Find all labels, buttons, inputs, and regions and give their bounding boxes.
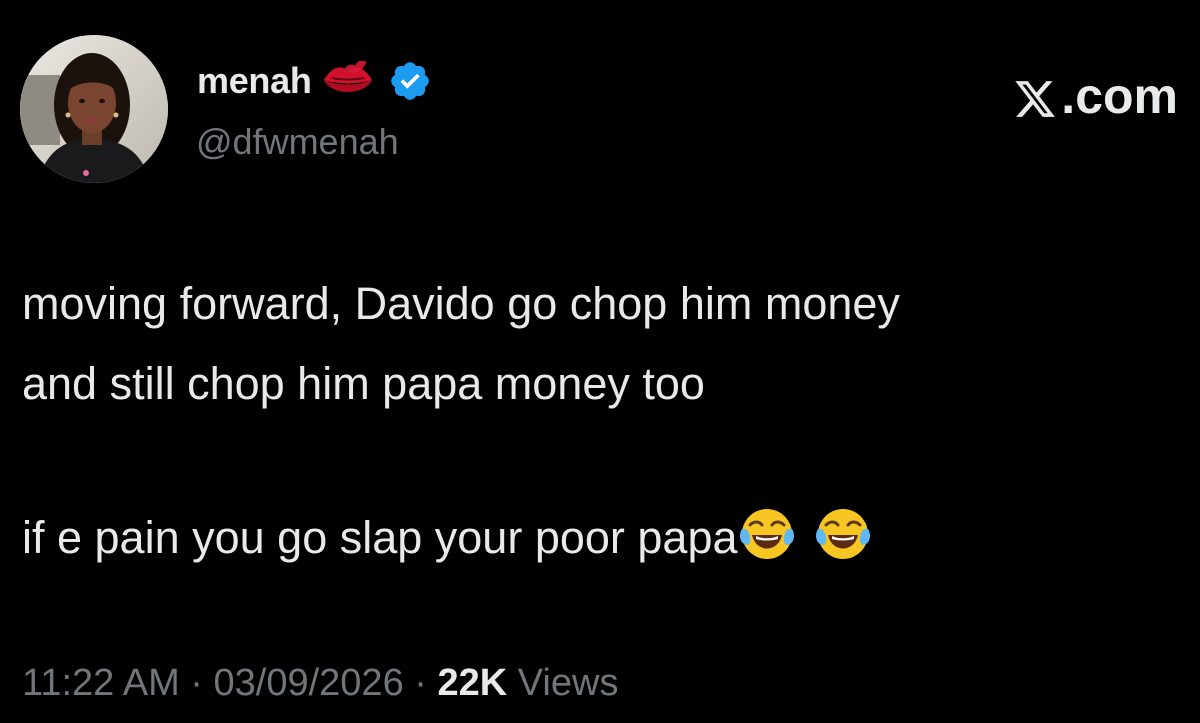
tweet-card: menah @dfwmenah .com moving forward, Dav… — [0, 0, 1200, 723]
kiss-mark-icon — [318, 58, 378, 104]
face-with-tears-of-joy-icon — [814, 505, 872, 563]
x-logo-icon — [1013, 74, 1057, 118]
tweet-date[interactable]: 03/09/2026 — [214, 662, 404, 704]
tweet-text-line-1: moving forward, Davido go chop him money — [22, 278, 900, 329]
author-handle[interactable]: @dfwmenah — [196, 120, 399, 164]
verified-badge-icon[interactable] — [388, 59, 432, 103]
author-display-name[interactable]: menah — [197, 58, 312, 104]
avatar[interactable] — [20, 35, 168, 183]
face-with-tears-of-joy-icon — [738, 505, 796, 563]
brand-watermark: .com — [1013, 66, 1178, 126]
tweet-time[interactable]: 11:22 AM — [22, 662, 180, 704]
author-name-row[interactable]: menah — [197, 58, 432, 104]
views-count[interactable]: 22K — [437, 662, 507, 704]
avatar-photo-icon — [20, 35, 168, 183]
brand-label: .com — [1061, 68, 1178, 124]
meta-separator: · — [190, 662, 203, 704]
tweet-meta: 11:22 AM · 03/09/2026 · 22K Views — [22, 657, 618, 709]
tweet-text-line-3: if e pain you go slap your poor papa — [22, 505, 1182, 567]
tweet-text-line-2: and still chop him papa money too — [22, 358, 705, 409]
tweet-text-line-3-text: if e pain you go slap your poor papa — [22, 512, 738, 563]
meta-separator: · — [414, 662, 427, 704]
views-label[interactable]: Views — [518, 662, 619, 704]
